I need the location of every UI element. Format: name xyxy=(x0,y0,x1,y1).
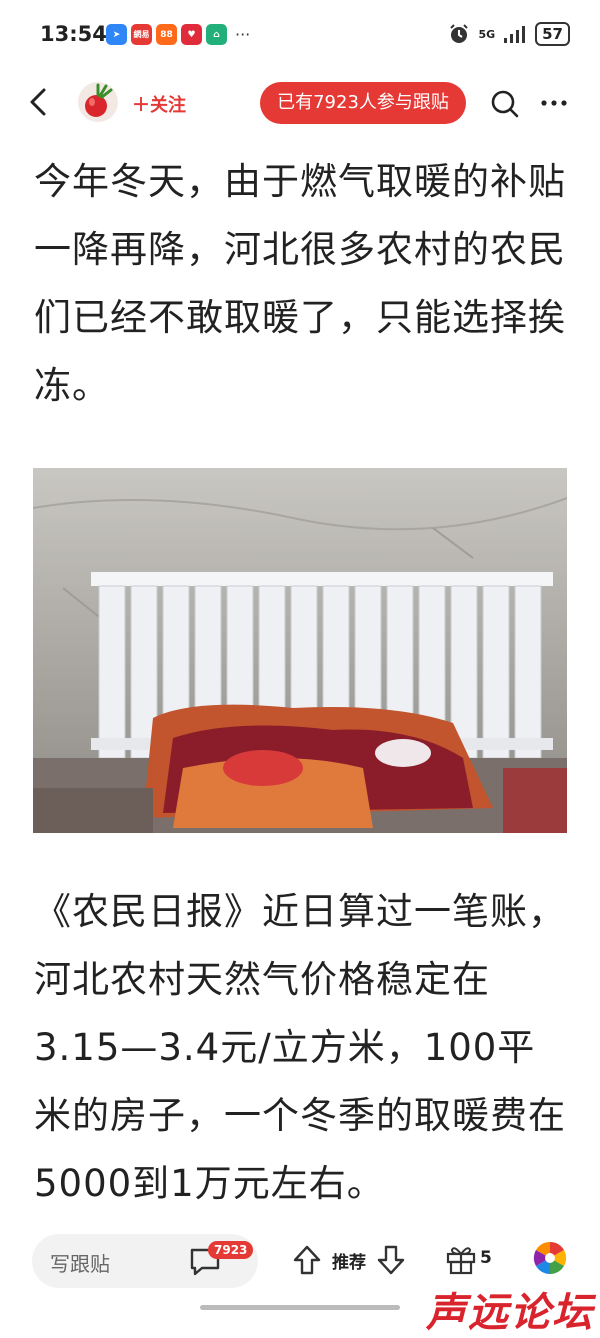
status-time: 13:54 xyxy=(40,22,107,46)
radiator-photo xyxy=(33,468,567,833)
network-label: 5G xyxy=(478,27,496,41)
alarm-icon xyxy=(450,24,469,43)
article-paragraph-2: 《农民日报》近日算过一笔账，河北农村天然气价格稳定在3.15—3.4元/立方米，… xyxy=(34,890,566,1205)
more-options-icon[interactable] xyxy=(540,89,568,117)
downvote-arrow-icon[interactable] xyxy=(376,1244,406,1276)
battery-indicator: 57 xyxy=(535,22,570,46)
comment-count-badge: 7923 xyxy=(208,1241,254,1259)
search-icon[interactable] xyxy=(490,89,520,119)
share-pinwheel-icon[interactable] xyxy=(532,1240,568,1276)
notification-icons: ➤ 網易 88 ♥ ⌂ ··· xyxy=(106,24,250,45)
gift-count: 5 xyxy=(480,1248,492,1268)
article-photo[interactable] xyxy=(33,468,567,833)
follow-button[interactable]: ＋关注 xyxy=(132,91,186,117)
more-notifications: ··· xyxy=(235,25,251,44)
app-red-heart-icon: ♥ xyxy=(181,24,202,45)
back-arrow-icon[interactable] xyxy=(24,86,52,118)
top-nav: ＋关注 已有7923人参与跟贴 xyxy=(0,72,600,132)
home-indicator[interactable] xyxy=(200,1305,400,1310)
status-bar: 13:54 ➤ 網易 88 ♥ ⌂ ··· 5G 57 xyxy=(0,0,600,72)
author-avatar[interactable] xyxy=(78,82,118,122)
participants-badge[interactable]: 已有7923人参与跟贴 xyxy=(260,82,466,124)
upvote-arrow-icon[interactable] xyxy=(292,1244,322,1276)
app-netease-icon: 網易 xyxy=(131,24,152,45)
radish-icon xyxy=(85,83,113,117)
status-indicators: 5G 57 xyxy=(448,22,570,46)
app-green-home-icon: ⌂ xyxy=(206,24,227,45)
reply-placeholder: 写跟贴 xyxy=(50,1252,110,1276)
app-orange-icon: 88 xyxy=(156,24,177,45)
forum-watermark: 声远论坛 xyxy=(426,1289,594,1336)
gift-icon[interactable] xyxy=(444,1242,478,1276)
article-paragraph-1: 今年冬天，由于燃气取暖的补贴一降再降，河北很多农村的农民们已经不敢取暖了，只能选… xyxy=(34,160,566,407)
app-blue-icon: ➤ xyxy=(106,24,127,45)
signal-icon xyxy=(504,26,526,43)
recommend-label[interactable]: 推荐 xyxy=(332,1248,366,1273)
